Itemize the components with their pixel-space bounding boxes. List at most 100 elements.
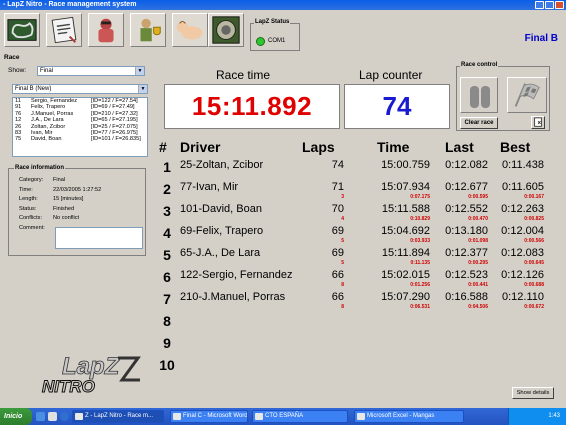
cell-last-sub: 0:00.441 <box>468 282 488 288</box>
lapz-status-label: LapZ Status <box>254 19 291 25</box>
cell-last: 0:12.677 <box>445 181 488 193</box>
clear-race-button[interactable]: Clear race <box>460 117 498 129</box>
race-select-value: Final B (New) <box>15 86 52 92</box>
taskbar-task[interactable]: Final C - Microsoft Word <box>170 410 248 423</box>
lapz-status-group: LapZ Status COM1 <box>250 19 300 51</box>
chevron-down-icon[interactable]: ▼ <box>135 67 144 75</box>
cell-pos: 6 <box>163 269 171 285</box>
cell-best: 0:11.438 <box>501 159 544 171</box>
print-button[interactable] <box>531 116 545 129</box>
document-icon <box>51 16 77 44</box>
show-desktop-icon[interactable] <box>36 412 45 421</box>
taskbar-task[interactable]: CTO ESPAÑA <box>252 410 348 423</box>
table-row: 5 65-J.A., De Lara 69 15:11.894 0:12.377 0:12… <box>0 245 566 267</box>
list-item[interactable]: 75 David, Boan [ID=101 / F=26.835] <box>13 136 147 142</box>
table-row: 6 122-Sergio, Fernandez 66 15:02.015 0:12.52… <box>0 267 566 289</box>
cell-time-sub: 0:11.135 <box>410 260 430 266</box>
cell-pos: 5 <box>163 247 171 263</box>
final-label: Final B <box>524 33 558 44</box>
connection-led-icon <box>256 37 265 46</box>
cell-pos: 8 <box>163 313 171 329</box>
app-icon <box>173 413 181 420</box>
finish-flag-button[interactable] <box>507 77 547 113</box>
table-row: 2 77-Ivan, Mir 71 15:07.934 0:12.677 0:11.605… <box>0 179 566 201</box>
list-item-no: 75 <box>15 136 22 143</box>
cell-driver: 122-Sergio, Fernandez <box>180 269 293 281</box>
lap-counter-label: Lap counter <box>359 68 423 82</box>
baby-icon <box>176 21 203 40</box>
driver-listbox[interactable]: 11 Sergio, Fernandez [ID=122 / F=27.54] 91 F… <box>12 97 148 157</box>
taskbar-task[interactable]: Z - LapZ Nitro - Race m... <box>72 410 164 423</box>
header-pos: # <box>159 139 167 155</box>
cell-laps-sub: 5 <box>341 260 344 266</box>
settings-button[interactable] <box>208 13 244 47</box>
toolbar: LapZ Status COM1 Final B <box>0 11 566 51</box>
cell-driver: 69-Felix, Trapero <box>180 225 264 237</box>
clock: 1:43 <box>548 413 560 419</box>
start-button[interactable]: Inicio <box>0 408 32 425</box>
cell-best-sub: 0:00.672 <box>524 304 544 310</box>
cell-pos: 3 <box>163 203 171 219</box>
drivers-list-button[interactable] <box>46 13 82 47</box>
cell-time: 15:07.290 <box>381 291 430 303</box>
show-select[interactable]: Final ▼ <box>37 66 145 76</box>
cell-time-sub: 0:07.175 <box>410 194 430 200</box>
taskbar-task-label: Microsoft Excel - Mangas <box>367 413 435 419</box>
cell-time: 15:11.588 <box>381 203 430 215</box>
taskbar: Inicio Z - LapZ Nitro - Race m... Final C… <box>0 408 566 425</box>
window-titlebar: - LapZ Nitro - Race management system <box>0 0 566 10</box>
cell-laps: 69 <box>331 225 344 237</box>
page-icon <box>534 117 542 127</box>
lap-counter-value: 74 <box>382 91 412 121</box>
cell-best-sub: 0:00.825 <box>524 216 544 222</box>
cell-laps-sub: 5 <box>341 238 344 244</box>
pause-icon <box>470 86 479 108</box>
cell-pos: 1 <box>163 159 171 175</box>
taskbar-task[interactable]: Microsoft Excel - Mangas <box>354 410 464 423</box>
header-best: Best <box>500 139 531 155</box>
track-button[interactable] <box>4 13 40 47</box>
cell-last: 0:16.588 <box>445 291 488 303</box>
race-select[interactable]: Final B (New) ▼ <box>12 84 148 94</box>
cell-time-sub: 0:10.829 <box>410 216 430 222</box>
cell-best: 0:12.004 <box>501 225 544 237</box>
cell-driver: 25-Zoltan, Zcibor <box>180 159 264 171</box>
cell-best: 0:12.263 <box>501 203 544 215</box>
table-row: 1 25-Zoltan, Zcibor 74 15:00.759 0:12.082 0:1… <box>0 157 566 179</box>
winners-button[interactable] <box>130 13 166 47</box>
race-time-label: Race time <box>216 68 271 82</box>
cell-pos: 9 <box>163 335 171 351</box>
taskbar-task-label: Z - LapZ Nitro - Race m... <box>85 413 154 419</box>
app-icon <box>255 413 263 420</box>
chevron-down-icon[interactable]: ▼ <box>138 85 147 93</box>
ie-icon[interactable] <box>60 412 69 421</box>
maximize-button[interactable] <box>545 1 554 9</box>
cell-laps-sub: 8 <box>341 304 344 310</box>
cell-driver: 101-David, Boan <box>180 203 262 215</box>
cell-last-sub: 0:04.506 <box>468 304 488 310</box>
cell-time: 15:04.692 <box>381 225 430 237</box>
com-port-label: COM1 <box>268 38 286 44</box>
table-row: 10 <box>0 355 566 377</box>
kids-button[interactable] <box>172 13 208 47</box>
header-laps: Laps <box>302 139 335 155</box>
cell-best: 0:12.126 <box>501 269 544 281</box>
show-select-value: Final <box>40 68 54 74</box>
cell-best: 0:12.110 <box>501 291 544 303</box>
speaker-icon <box>212 16 240 44</box>
cell-best-sub: 0:00.566 <box>524 238 544 244</box>
drivers-button[interactable] <box>88 13 124 47</box>
cell-time: 15:07.934 <box>381 181 430 193</box>
race-time-display: 15:11.892 <box>164 84 340 129</box>
pause-button[interactable] <box>460 77 498 113</box>
cell-time: 15:02.015 <box>381 269 430 281</box>
browser-icon[interactable] <box>48 412 57 421</box>
table-row: 4 69-Felix, Trapero 69 15:04.692 0:13.180 0:1… <box>0 223 566 245</box>
cell-last: 0:12.523 <box>445 269 488 281</box>
show-details-button[interactable]: Show details <box>512 387 554 399</box>
close-button[interactable] <box>555 1 564 9</box>
minimize-button[interactable] <box>535 1 544 9</box>
cell-laps: 69 <box>331 247 344 259</box>
cell-pos: 10 <box>159 357 175 373</box>
lap-counter-display: 74 <box>344 84 450 129</box>
